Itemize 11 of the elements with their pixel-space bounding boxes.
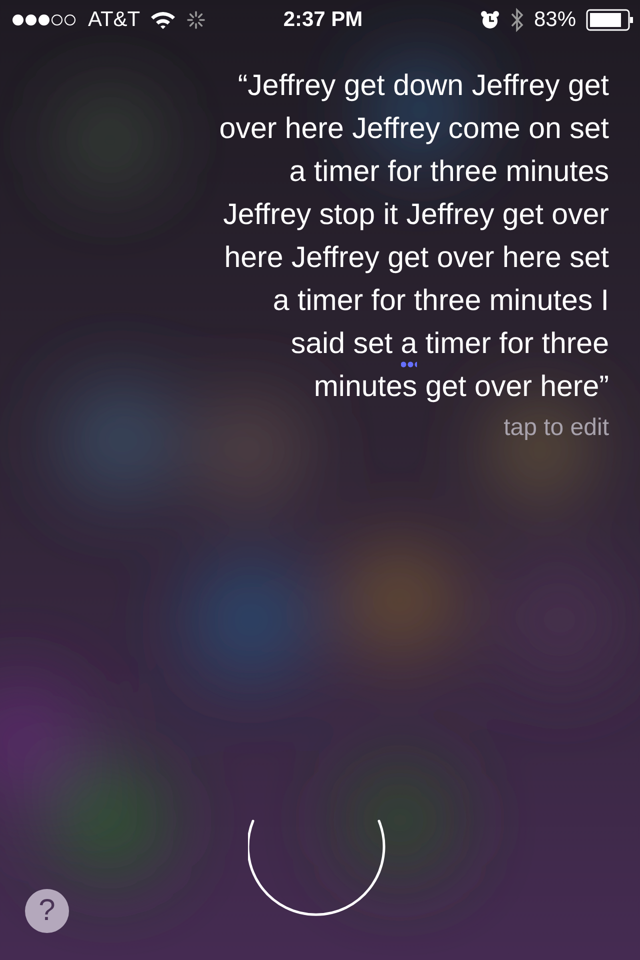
signal-icon [12,13,78,27]
bluetooth-icon [510,7,524,33]
dictated-text[interactable]: “Jeffrey get down Jeffrey get over here Jeffrey come on set a timer for three minutes Jeffrey stop it Jeffrey get over here Jeffrey get over here set a timer for three minutes I said set a timer for three minutes get over here” [219,64,609,408]
battery-icon [586,9,634,31]
activity-spinner-icon [186,10,206,30]
carrier-name: AT&T [88,8,140,32]
tap-to-edit-hint[interactable]: tap to edit [504,414,609,442]
battery-percentage: 83% [534,8,576,32]
alarm-clock-icon [480,10,500,30]
wifi-icon [150,10,176,30]
clock-time: 2:37 PM [283,8,363,32]
